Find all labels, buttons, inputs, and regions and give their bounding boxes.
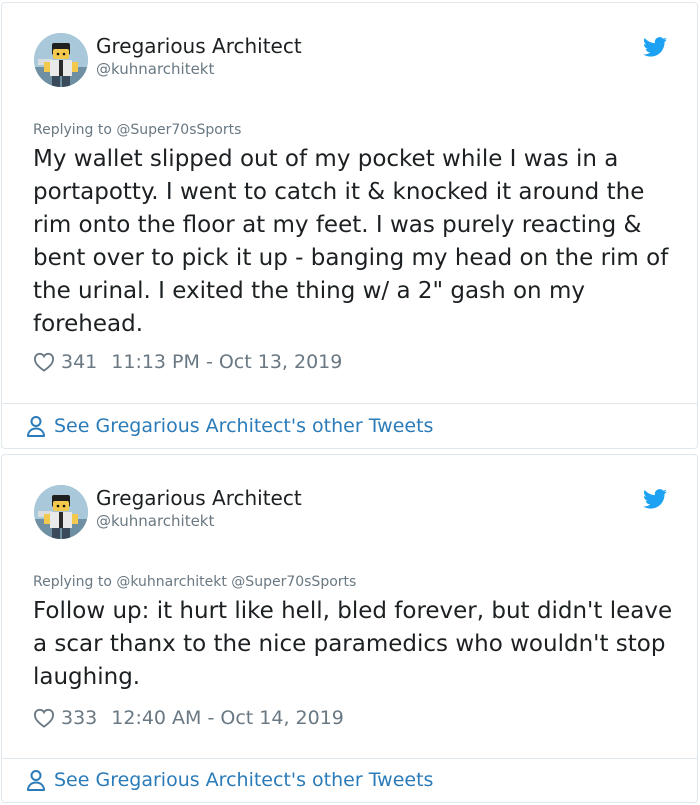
tweet-card: Gregarious Architect @kuhnarchitekt Repl… — [1, 454, 698, 803]
heart-icon[interactable] — [33, 352, 55, 372]
timestamp[interactable]: 12:40 AM - Oct 14, 2019 — [111, 707, 344, 729]
author-handle[interactable]: @kuhnarchitekt — [96, 512, 214, 530]
see-other-tweets-link[interactable]: See Gregarious Architect's other Tweets — [26, 769, 433, 791]
author-name[interactable]: Gregarious Architect — [96, 34, 302, 58]
see-other-tweets-label[interactable]: See Gregarious Architect's other Tweets — [54, 769, 433, 791]
tweet-text: Follow up: it hurt like hell, bled forev… — [33, 598, 673, 690]
tweet-card: Gregarious Architect @kuhnarchitekt Repl… — [1, 2, 698, 449]
tweet-text: My wallet slipped out of my pocket while… — [33, 146, 669, 337]
divider — [2, 403, 697, 404]
twitter-bird-icon[interactable] — [643, 489, 667, 509]
divider — [2, 758, 697, 759]
like-count[interactable]: 333 — [61, 707, 97, 729]
person-icon — [27, 416, 45, 437]
replying-to[interactable]: Replying to @kuhnarchitekt @Super70sSpor… — [33, 574, 356, 590]
person-icon — [27, 770, 45, 791]
twitter-bird-icon[interactable] — [643, 37, 667, 57]
author-handle[interactable]: @kuhnarchitekt — [96, 60, 214, 78]
like-count[interactable]: 341 — [61, 351, 97, 373]
timestamp[interactable]: 11:13 PM - Oct 13, 2019 — [111, 351, 342, 373]
tweet-meta: 341 11:13 PM - Oct 13, 2019 — [33, 351, 342, 373]
author-name[interactable]: Gregarious Architect — [96, 486, 302, 510]
see-other-tweets-link[interactable]: See Gregarious Architect's other Tweets — [26, 415, 433, 437]
avatar[interactable] — [34, 485, 88, 539]
heart-icon[interactable] — [33, 708, 55, 728]
avatar[interactable] — [34, 33, 88, 87]
see-other-tweets-label[interactable]: See Gregarious Architect's other Tweets — [54, 415, 433, 437]
tweet-meta: 333 12:40 AM - Oct 14, 2019 — [33, 707, 344, 729]
replying-to[interactable]: Replying to @Super70sSports — [33, 122, 241, 138]
